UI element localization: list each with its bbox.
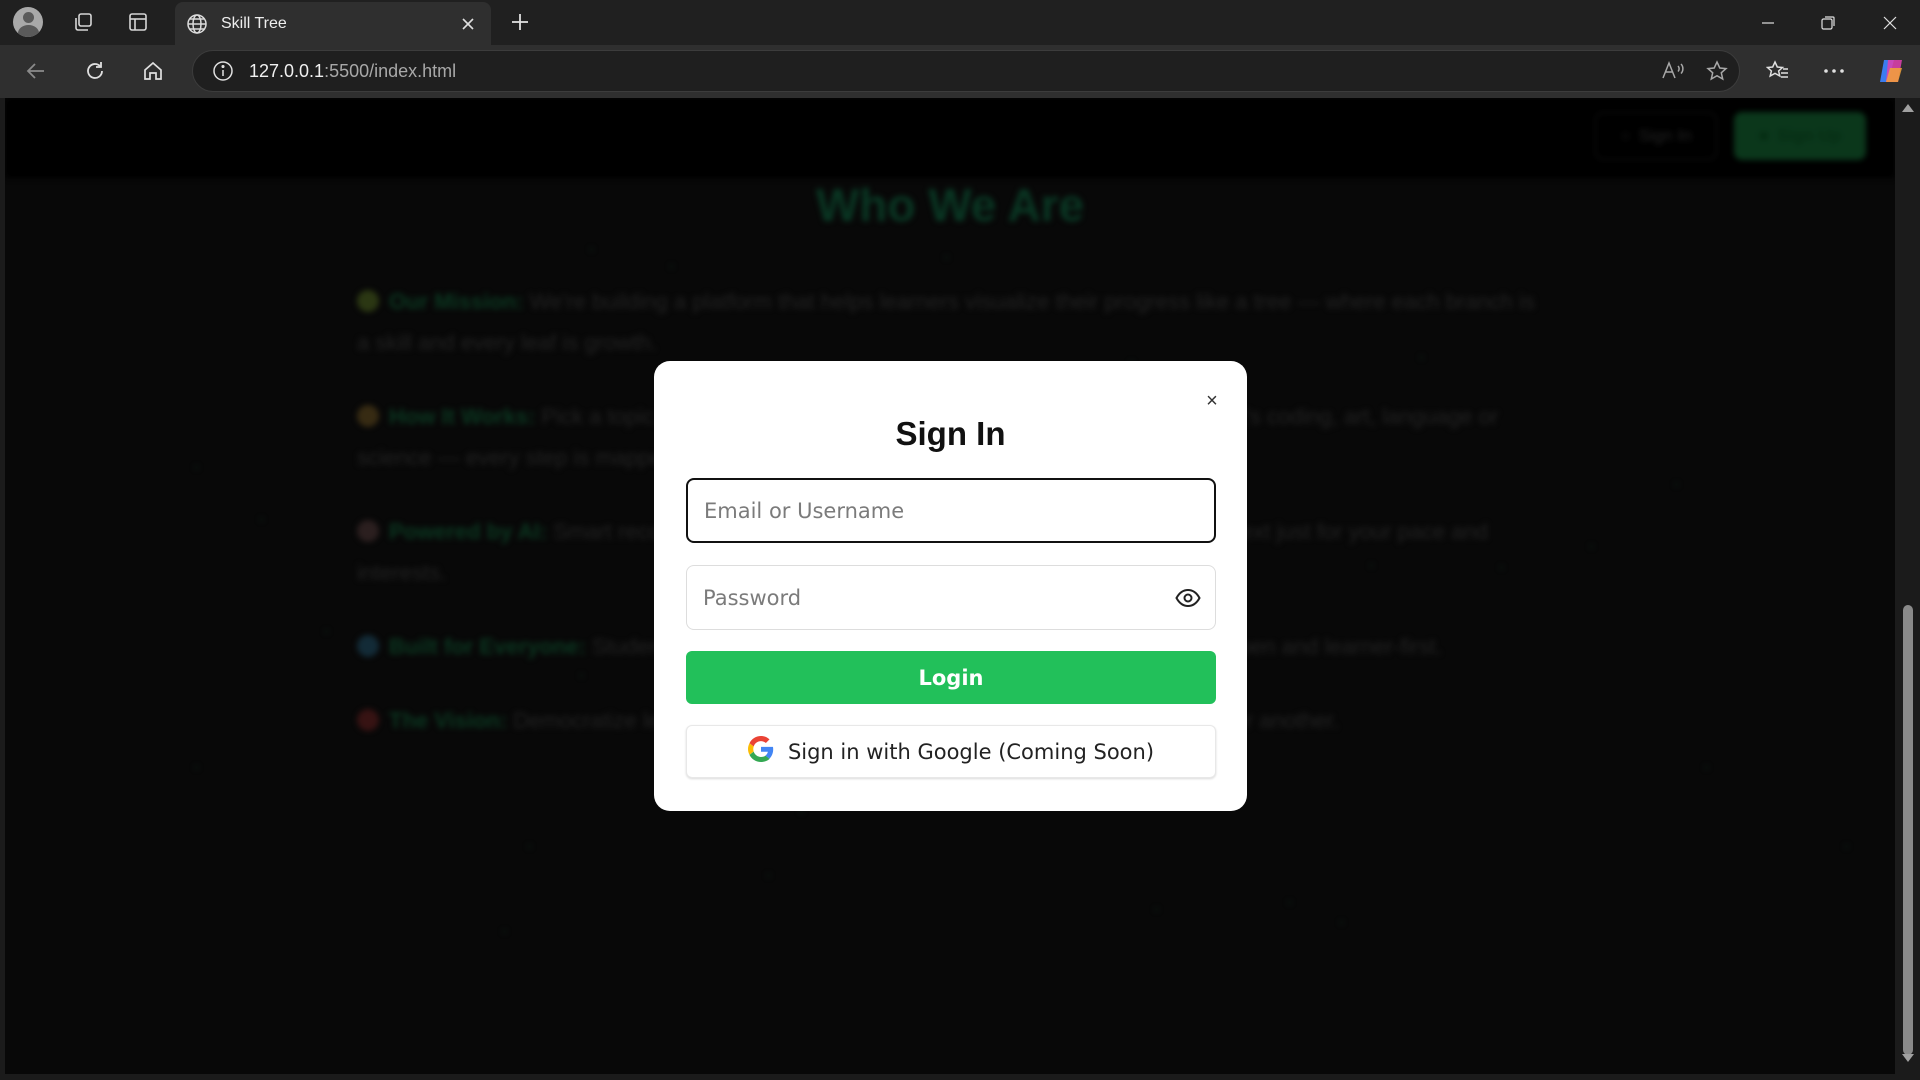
show-password-eye-icon[interactable] [1174, 584, 1202, 612]
tab-skill-tree[interactable]: Skill Tree [175, 2, 491, 45]
url-path: :5500/index.html [324, 60, 457, 81]
address-bar[interactable]: 127.0.0.1:5500/index.html [192, 50, 1740, 92]
home-icon[interactable] [135, 53, 171, 89]
minimize-icon[interactable] [1740, 0, 1796, 45]
favorite-star-icon[interactable] [1695, 51, 1739, 91]
email-username-input[interactable] [686, 478, 1216, 543]
profile-avatar[interactable] [10, 6, 46, 38]
browser-toolbar: 127.0.0.1:5500/index.html [0, 45, 1920, 98]
back-arrow-icon[interactable] [18, 53, 54, 89]
avatar-icon [13, 7, 43, 37]
close-icon[interactable]: × [1200, 389, 1224, 413]
modal-title: Sign In [895, 415, 1006, 452]
new-tab-icon[interactable] [504, 6, 536, 38]
globe-icon [183, 10, 211, 38]
copilot-icon[interactable] [1871, 53, 1911, 89]
google-signin-button[interactable]: Sign in with Google (Coming Soon) [686, 725, 1216, 778]
more-menu-icon[interactable] [1814, 53, 1854, 89]
reload-icon[interactable] [77, 53, 113, 89]
scrollbar-thumb[interactable] [1903, 605, 1913, 1055]
url-host: 127.0.0.1 [249, 60, 325, 81]
tab-title: Skill Tree [221, 14, 287, 32]
restore-icon[interactable] [1800, 0, 1856, 45]
scroll-up-arrow-icon[interactable] [1902, 104, 1914, 112]
google-logo-icon [747, 736, 774, 767]
window-close-icon[interactable] [1862, 0, 1918, 45]
tab-close-icon[interactable] [453, 9, 483, 39]
url-text[interactable]: 127.0.0.1:5500/index.html [249, 61, 1651, 82]
login-button[interactable]: Login [686, 651, 1216, 704]
page-scrollbar[interactable] [1895, 98, 1920, 1074]
signin-modal: × Sign In Login Sign in with Google (Com… [654, 361, 1247, 811]
browser-tab-strip: Skill Tree [0, 0, 1920, 45]
workspaces-icon[interactable] [66, 6, 102, 38]
scroll-down-arrow-icon[interactable] [1902, 1054, 1914, 1062]
google-signin-label: Sign in with Google (Coming Soon) [787, 739, 1155, 764]
read-aloud-icon[interactable] [1651, 51, 1695, 91]
password-input[interactable] [686, 565, 1216, 630]
favorites-icon[interactable] [1758, 53, 1798, 89]
site-info-icon[interactable] [201, 51, 245, 91]
tab-actions-icon[interactable] [120, 6, 156, 38]
